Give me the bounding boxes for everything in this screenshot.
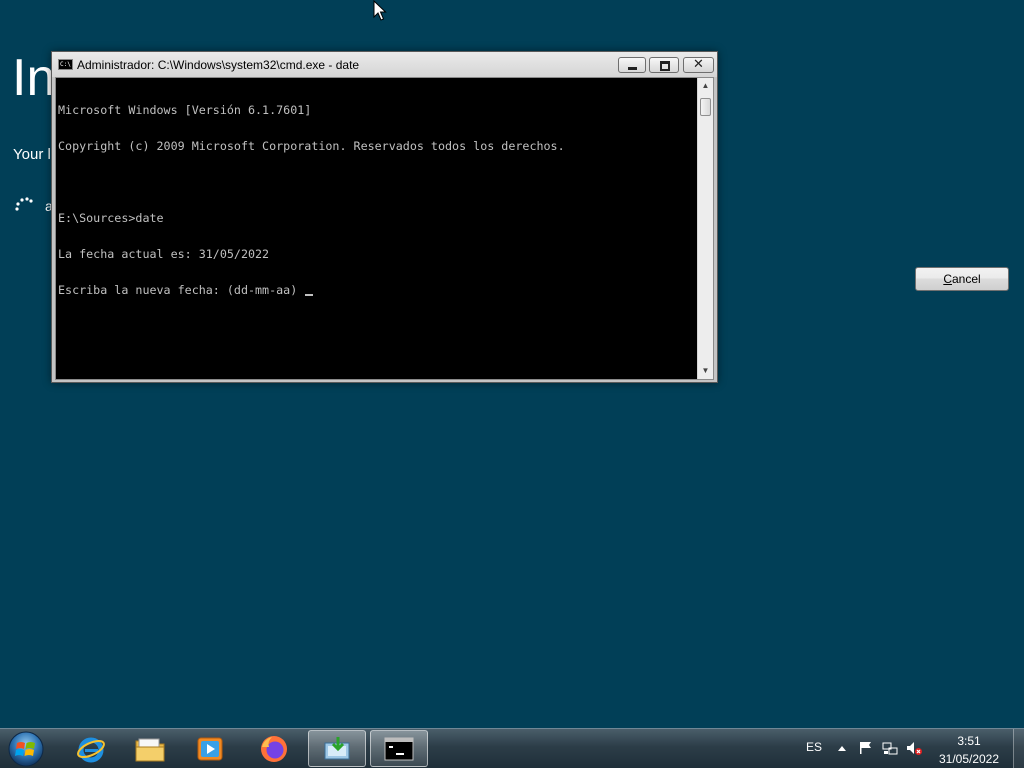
volume-muted-icon[interactable] [906,740,922,756]
cancel-button-label: Cancel [943,272,981,286]
cancel-button[interactable]: Cancel [915,267,1009,291]
internet-explorer-icon [77,737,105,762]
loading-spinner-icon [15,197,33,211]
setup-icon [324,736,350,759]
clock-time[interactable]: 3:51 [940,734,998,748]
taskbar: ES 3:51 31/05/2022 [0,728,1024,768]
taskbar-setup[interactable] [308,730,366,767]
taskbar-file-explorer[interactable] [121,730,179,767]
scroll-up-arrow-icon[interactable]: ▲ [698,78,713,94]
maximize-button[interactable] [649,57,679,73]
text-caret [305,294,314,296]
console-prompt: Escriba la nueva fecha: (dd-mm-aa) [58,283,305,297]
console-line: Microsoft Windows [Versión 6.1.7601] [58,103,312,117]
console-prompt-line[interactable]: Escriba la nueva fecha: (dd-mm-aa) [58,284,698,296]
close-button[interactable]: ✕ [683,57,714,73]
taskbar-firefox[interactable] [245,730,303,767]
cmd-window[interactable]: C:\ Administrador: C:\Windows\system32\c… [51,51,718,383]
network-icon[interactable] [882,740,898,756]
vertical-scrollbar[interactable]: ▲ ▼ [697,78,713,379]
action-center-flag-icon[interactable] [858,740,874,756]
installer-subtitle: Your l [13,146,51,163]
cmd-window-title: Administrador: C:\Windows\system32\cmd.e… [77,58,360,72]
scroll-thumb[interactable] [700,98,711,116]
taskbar-internet-explorer[interactable] [62,730,120,767]
console-frame: Microsoft Windows [Versión 6.1.7601] Cop… [55,77,714,380]
taskbar-cmd[interactable] [370,730,428,767]
console-output[interactable]: Microsoft Windows [Versión 6.1.7601] Cop… [57,79,698,380]
mouse-pointer-icon [373,0,387,21]
console-line: E:\Sources>date [58,211,164,225]
media-player-icon [197,737,223,760]
close-icon: ✕ [693,57,704,72]
folder-icon [135,738,165,761]
show-hidden-icons-icon[interactable] [834,740,850,756]
show-desktop-button[interactable] [1013,729,1024,768]
cmd-window-icon[interactable]: C:\ [58,59,73,70]
language-indicator[interactable]: ES [806,740,822,754]
firefox-icon [261,735,287,762]
clock-date[interactable]: 31/05/2022 [936,752,1002,766]
cmd-titlebar[interactable]: C:\ Administrador: C:\Windows\system32\c… [52,52,717,77]
scroll-down-arrow-icon[interactable]: ▼ [698,363,713,379]
minimize-button[interactable] [618,57,646,73]
console-line: Copyright (c) 2009 Microsoft Corporation… [58,139,565,153]
console-line: La fecha actual es: 31/05/2022 [58,247,270,261]
cmd-icon [384,737,414,760]
taskbar-media-player[interactable] [181,730,239,767]
windows-logo-icon[interactable] [6,730,46,768]
installer-title: In [12,49,56,107]
